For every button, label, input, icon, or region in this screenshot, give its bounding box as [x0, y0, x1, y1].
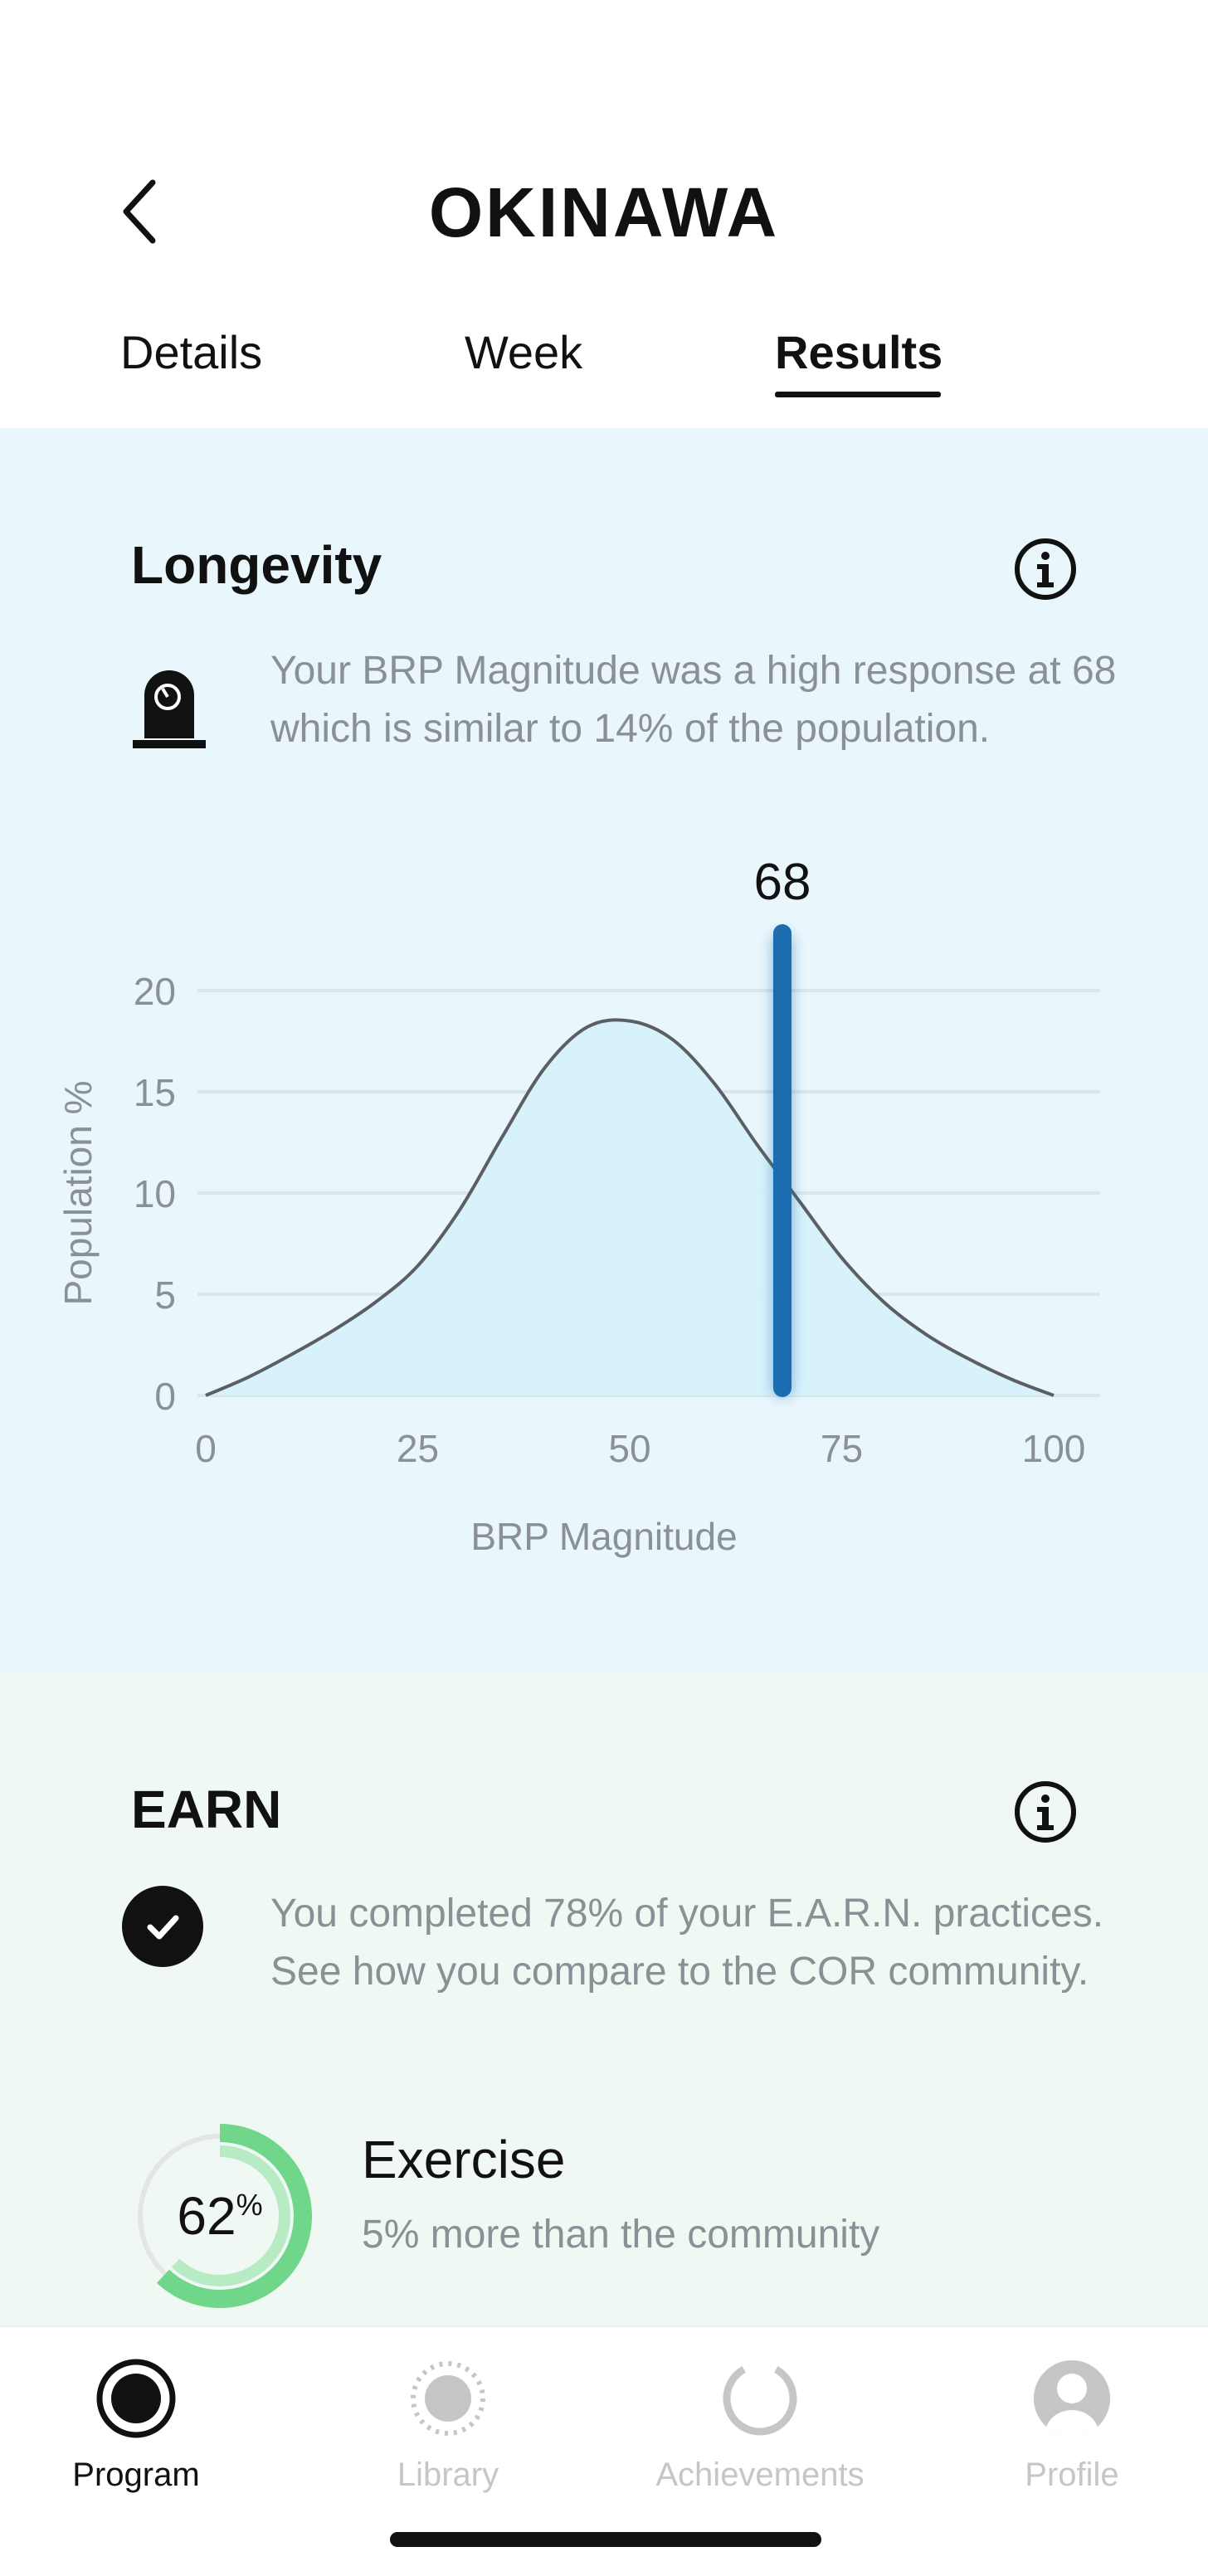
check-circle-icon — [121, 1885, 204, 1968]
y-tick-label-1: 5 — [154, 1273, 176, 1317]
nav-achievements-label: Achievements — [655, 2457, 865, 2493]
tab-bar: Details Week Results — [0, 325, 1208, 400]
info-icon — [1015, 1781, 1076, 1843]
earn-description: You completed 78% of your E.A.R.N. pract… — [270, 1892, 1104, 1994]
nav-profile-label: Profile — [1025, 2457, 1119, 2493]
tab-details[interactable]: Details — [120, 325, 262, 379]
achievements-icon — [723, 2361, 797, 2436]
practice-comparison: 5% more than the community — [362, 2213, 880, 2257]
x-tick-label-3: 75 — [821, 1427, 863, 1470]
x-tick-label-4: 100 — [1022, 1427, 1086, 1470]
nav-program-label: Program — [72, 2457, 200, 2493]
profile-icon — [1034, 2360, 1110, 2437]
home-indicator — [390, 2532, 821, 2547]
exercise-percent-unit: % — [236, 2188, 263, 2222]
library-icon — [411, 2361, 485, 2436]
marker-value-label: 68 — [753, 854, 811, 911]
practice-name: Exercise — [362, 2130, 566, 2189]
tab-week[interactable]: Week — [465, 325, 582, 379]
nav-achievements[interactable]: Achievements — [636, 2357, 884, 2523]
brp-distribution-chart: 68 0 5 10 15 20 0 25 50 75 100 BRP Magnitude Popul… — [56, 854, 1100, 1558]
y-axis-title: Population % — [56, 1080, 100, 1305]
program-icon — [96, 2359, 176, 2438]
x-tick-label-0: 0 — [195, 1427, 217, 1470]
x-tick-label-2: 50 — [608, 1427, 650, 1470]
nav-program[interactable]: Program — [12, 2357, 261, 2523]
header: OKINAWA Details Week Results — [0, 0, 1208, 428]
active-tab-indicator — [775, 392, 941, 397]
nav-profile[interactable]: Profile — [947, 2357, 1196, 2523]
marker-bar — [772, 924, 792, 1397]
earn-info-button[interactable] — [1012, 1779, 1079, 1845]
distribution-area — [206, 1020, 1054, 1395]
x-tick-label-1: 25 — [397, 1427, 439, 1470]
page-title: OKINAWA — [428, 173, 780, 251]
exercise-percent: 62% — [124, 2121, 315, 2311]
nav-library[interactable]: Library — [324, 2357, 572, 2523]
nav-library-label: Library — [397, 2457, 499, 2493]
earn-title: EARN — [131, 1780, 282, 1839]
x-axis-title: BRP Magnitude — [470, 1515, 737, 1558]
tab-results[interactable]: Results — [775, 325, 943, 379]
longevity-section: Longevity Your BRP Magnitude was a high … — [0, 428, 1208, 1673]
y-tick-label-0: 0 — [154, 1375, 176, 1418]
y-tick-label-2: 10 — [134, 1172, 176, 1215]
exercise-percent-value: 62 — [177, 2186, 236, 2246]
y-tick-label-3: 15 — [134, 1071, 176, 1114]
y-tick-label-4: 20 — [134, 970, 176, 1013]
